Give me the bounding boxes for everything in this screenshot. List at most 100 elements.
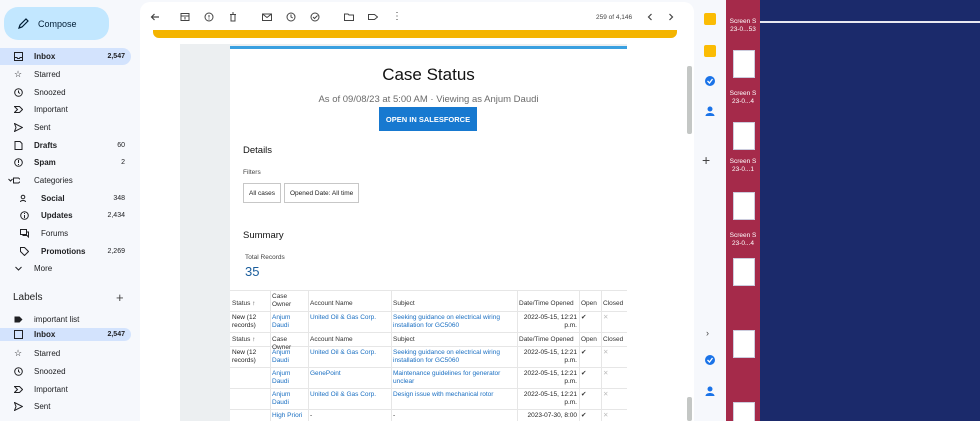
contacts-icon[interactable]: [704, 105, 716, 117]
column-header: Date/Time Opened: [519, 300, 574, 307]
mail-icon[interactable]: [262, 12, 272, 22]
label-icon: [14, 316, 23, 323]
tasks-icon[interactable]: [704, 354, 716, 366]
table-cell[interactable]: United Oil & Gas Corp.: [310, 349, 390, 357]
side-panel: + ›: [694, 0, 726, 421]
table-cell[interactable]: Maintenance guidelines for generator unc…: [393, 370, 516, 386]
file-label[interactable]: Screen S: [726, 158, 760, 165]
sidebar-item-label: Forums: [41, 229, 69, 238]
chevron-right-icon[interactable]: ›: [706, 328, 709, 338]
label-item-inbox[interactable]: Inbox 2,547: [0, 328, 131, 341]
screenshot-thumbnail[interactable]: [733, 258, 755, 286]
table-cell: -: [310, 412, 313, 419]
label-item-important-list[interactable]: important list: [0, 311, 131, 328]
table-cell: ✔: [581, 314, 587, 321]
table-cell[interactable]: Anjum Daudi: [272, 314, 306, 330]
file-label[interactable]: Screen S: [726, 90, 760, 97]
sidebar-item-label: Spam: [34, 158, 56, 167]
file-label[interactable]: 23-0...53: [726, 26, 760, 33]
compose-button[interactable]: Compose: [4, 7, 109, 40]
report-spam-icon[interactable]: [204, 12, 214, 22]
file-label[interactable]: 23-0...1: [726, 166, 760, 173]
sidebar-item-promotions[interactable]: Promotions 2,269: [0, 243, 131, 260]
column-header[interactable]: Status ↑: [232, 300, 270, 308]
add-addon-icon[interactable]: +: [702, 152, 710, 168]
open-in-salesforce-button[interactable]: OPEN IN SALESFORCE: [379, 107, 477, 131]
add-task-icon[interactable]: [310, 12, 320, 22]
column-divider: [579, 290, 580, 421]
sidebar-item-spam[interactable]: Spam 2: [0, 154, 131, 171]
table-cell[interactable]: High Priori: [272, 412, 306, 420]
sidebar-item-categories[interactable]: Categories: [0, 172, 131, 189]
labels-heading: Labels: [13, 292, 43, 303]
screenshot-thumbnail[interactable]: [733, 330, 755, 358]
screenshot-thumbnail[interactable]: [733, 50, 755, 78]
calendar-icon[interactable]: [704, 13, 716, 25]
sidebar-item-snoozed[interactable]: Snoozed: [0, 84, 131, 101]
sidebar-item-count: 60: [117, 142, 125, 149]
table-cell[interactable]: Seeking guidance on electrical wiring in…: [393, 349, 516, 365]
sidebar-item-label: Snoozed: [34, 88, 66, 97]
spam-icon: [14, 158, 23, 167]
column-divider: [517, 290, 518, 421]
snooze-clock-icon[interactable]: [286, 12, 296, 22]
table-cell[interactable]: United Oil & Gas Corp.: [310, 391, 390, 399]
total-records-value: 35: [245, 264, 260, 279]
scrollbar-thumb-lower[interactable]: [687, 397, 692, 421]
sidebar-item-more[interactable]: More: [0, 260, 131, 277]
add-label-icon[interactable]: +: [116, 290, 124, 305]
file-label[interactable]: 23-0...4: [726, 240, 760, 247]
sidebar-item-inbox[interactable]: Inbox 2,547: [0, 48, 131, 65]
table-cell: -: [393, 412, 396, 419]
table-row: New (12 records) Anjum Daudi United Oil …: [230, 312, 627, 333]
label-item-important[interactable]: Important: [0, 381, 131, 398]
screenshot-thumbnail[interactable]: [733, 192, 755, 220]
label-item-label: Sent: [34, 402, 51, 411]
table-cell[interactable]: GenePoint: [310, 370, 390, 378]
table-cell[interactable]: Anjum Daudi: [272, 370, 306, 386]
table-cell[interactable]: Seeking guidance on electrical wiring in…: [393, 314, 516, 330]
column-header[interactable]: Status ↑: [232, 336, 270, 344]
table-cell: ✔: [581, 349, 587, 356]
file-label[interactable]: Screen S: [726, 18, 760, 25]
column-header: Subject: [393, 336, 415, 343]
label-icon[interactable]: [368, 12, 378, 22]
sidebar-item-social[interactable]: Social 348: [0, 190, 131, 207]
sidebar-item-forums[interactable]: Forums: [0, 225, 131, 242]
more-vert-icon[interactable]: ⋮: [392, 12, 402, 22]
contacts-icon[interactable]: [704, 385, 716, 397]
label-item-sent[interactable]: Sent: [0, 398, 131, 415]
sidebar-item-label: More: [34, 264, 53, 273]
table-cell[interactable]: Anjum Daudi: [272, 349, 306, 365]
table-cell[interactable]: United Oil & Gas Corp.: [310, 314, 390, 322]
archive-icon[interactable]: [180, 12, 190, 22]
send-icon: [14, 402, 23, 411]
compose-label: Compose: [38, 18, 77, 29]
sidebar-item-updates[interactable]: Updates 2,434: [0, 207, 131, 224]
sidebar-item-drafts[interactable]: Drafts 60: [0, 137, 131, 154]
sidebar-item-label: Starred: [34, 70, 61, 79]
table-cell[interactable]: Anjum Daudi: [272, 391, 306, 407]
keep-icon[interactable]: [704, 45, 716, 57]
sidebar-item-important[interactable]: Important: [0, 101, 131, 118]
screenshot-thumbnail[interactable]: [733, 402, 755, 421]
label-item-label: Important: [34, 385, 68, 394]
label-item-snoozed[interactable]: Snoozed: [0, 363, 131, 380]
tasks-icon[interactable]: [704, 75, 716, 87]
back-arrow-icon[interactable]: [150, 12, 160, 22]
file-label[interactable]: 23-0...4: [726, 98, 760, 105]
filters-label: Filters: [243, 169, 261, 176]
file-label[interactable]: Screen S: [726, 232, 760, 239]
chevron-right-icon[interactable]: [666, 12, 676, 22]
sidebar-item-sent[interactable]: Sent: [0, 119, 131, 136]
move-to-folder-icon[interactable]: [344, 12, 354, 22]
table-cell[interactable]: Design issue with mechanical rotor: [393, 391, 516, 399]
draft-icon: [14, 141, 23, 150]
screenshot-thumbnail[interactable]: [733, 122, 755, 150]
trash-icon[interactable]: [228, 12, 238, 22]
window-edge: [760, 21, 980, 23]
chevron-left-icon[interactable]: [645, 12, 655, 22]
scrollbar-thumb[interactable]: [687, 66, 692, 134]
label-item-starred[interactable]: ☆ Starred: [0, 345, 131, 362]
sidebar-item-starred[interactable]: ☆ Starred: [0, 66, 131, 83]
